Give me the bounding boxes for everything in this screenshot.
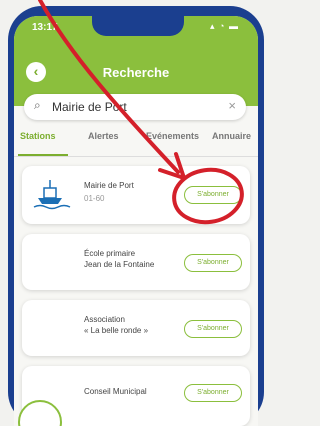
app-screen: 13:17 ▴ ◔ ▬ ‹ Recherche ⌕ Mairie de Port… [14, 16, 258, 426]
subscribe-button[interactable]: S'abonner [184, 320, 242, 338]
result-card[interactable]: École primaire Jean de la Fontaine S'abo… [22, 234, 250, 290]
ship-logo-icon [33, 180, 71, 210]
result-title: Mairie de Port [84, 181, 134, 190]
tab-evenements[interactable]: Evénements [146, 131, 199, 141]
tab-alertes[interactable]: Alertes [88, 131, 119, 141]
tab-bar: Stations Alertes Evénements Annuaire [14, 131, 258, 151]
result-title: Conseil Municipal [84, 387, 147, 396]
search-icon: ⌕ [34, 98, 41, 112]
result-subtitle: 01-60 [84, 194, 105, 203]
tab-annuaire[interactable]: Annuaire [212, 131, 251, 141]
page-title: Recherche [102, 65, 170, 80]
result-title: Association « La belle ronde » [84, 315, 149, 335]
subscribe-button[interactable]: S'abonner [184, 254, 242, 272]
result-card[interactable]: Mairie de Port 01-60 S'abonner [22, 166, 250, 224]
search-field[interactable]: ⌕ Mairie de Port × [24, 94, 246, 120]
result-title: École primaire Jean de la Fontaine [84, 249, 155, 269]
tabs-divider [14, 156, 258, 157]
search-input[interactable]: Mairie de Port [52, 100, 127, 114]
status-time: 13:17 [32, 22, 58, 33]
clear-icon[interactable]: × [228, 98, 236, 113]
status-icons: ▴ ◔ ▬ [210, 21, 239, 31]
phone-notch [92, 16, 184, 36]
subscribe-button[interactable]: S'abonner [184, 384, 242, 402]
result-card[interactable]: Association « La belle ronde » S'abonner [22, 300, 250, 356]
subscribe-button[interactable]: S'abonner [184, 186, 242, 204]
tab-stations[interactable]: Stations [20, 131, 56, 141]
